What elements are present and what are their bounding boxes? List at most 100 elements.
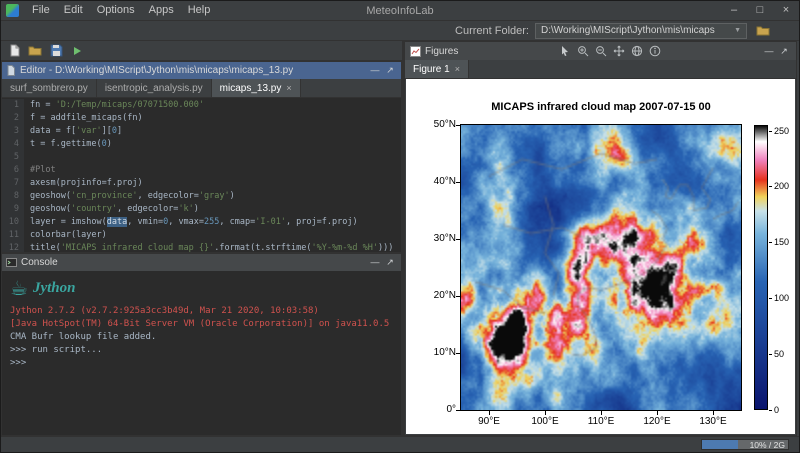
full-extent-button[interactable] xyxy=(630,44,644,58)
line-number: 4 xyxy=(2,138,24,151)
new-file-button[interactable] xyxy=(5,42,23,60)
code-text: f = addfile_micaps(fn) xyxy=(24,112,143,125)
menu-apps[interactable]: Apps xyxy=(142,1,181,20)
tick-mark xyxy=(456,239,460,240)
menu-options[interactable]: Options xyxy=(90,1,142,20)
console-output[interactable]: ☕ Jython Jython 2.7.2 (v2.7.2:925a3cc3b4… xyxy=(2,271,401,435)
zoom-in-button[interactable] xyxy=(576,44,590,58)
menubar: File Edit Options Apps Help xyxy=(25,1,217,20)
pan-button[interactable] xyxy=(612,44,626,58)
tab-surf-sombrero[interactable]: surf_sombrero.py xyxy=(2,79,97,97)
close-tab-icon[interactable]: × xyxy=(286,83,291,93)
main-area: Editor - D:\Working\MIScript\Jython\mis\… xyxy=(1,41,799,436)
x-tick-label: 100°E xyxy=(523,416,567,427)
line-number: 5 xyxy=(2,151,24,164)
console-float-button[interactable]: ↗ xyxy=(383,255,397,270)
figure-toolbar xyxy=(558,44,662,58)
cursor-arrow-icon xyxy=(559,45,571,57)
colorbar-tick-label: 150 xyxy=(774,237,789,247)
editor-minimize-button[interactable]: — xyxy=(368,63,382,78)
editor-header-title: Editor - D:\Working\MIScript\Jython\mis\… xyxy=(20,65,293,76)
figures-panel: Figures xyxy=(404,41,797,436)
y-tick-label: 30°N xyxy=(414,233,456,244)
code-lines: 1fn = 'D:/Temp/micaps/07071500.000'2f = … xyxy=(2,99,401,252)
figures-panel-buttons: — ↗ xyxy=(762,44,791,59)
map-canvas[interactable] xyxy=(461,125,741,410)
coffee-cup-icon: ☕ xyxy=(10,277,28,299)
maximize-window-button[interactable]: □ xyxy=(747,1,773,20)
tick-mark xyxy=(657,411,658,415)
current-folder-path: D:\Working\MIScript\Jython\mis\micaps xyxy=(541,25,715,36)
console-icon xyxy=(6,257,17,268)
zoom-out-button[interactable] xyxy=(594,44,608,58)
menu-file[interactable]: File xyxy=(25,1,57,20)
line-number: 6 xyxy=(2,164,24,177)
code-text: title('MICAPS infrared cloud map {}'.for… xyxy=(24,242,393,252)
tick-mark xyxy=(769,298,772,299)
console-line: CMA Bufr lookup file added. xyxy=(10,331,393,344)
x-tick-label: 120°E xyxy=(635,416,679,427)
run-script-button[interactable] xyxy=(68,42,86,60)
memory-fill xyxy=(702,440,738,449)
console-minimize-button[interactable]: — xyxy=(368,255,382,270)
colorbar-tick-label: 50 xyxy=(774,349,784,359)
close-tab-icon[interactable]: × xyxy=(455,64,460,74)
identify-button[interactable] xyxy=(648,44,662,58)
colorbar-tick-label: 100 xyxy=(774,293,789,303)
figures-float-button[interactable]: ↗ xyxy=(777,44,791,59)
minimize-window-button[interactable]: – xyxy=(721,1,747,20)
code-line: 7axesm(projinfo=f.proj) xyxy=(2,177,401,190)
tab-label: Figure 1 xyxy=(413,64,450,75)
select-button[interactable] xyxy=(558,44,572,58)
menu-help[interactable]: Help xyxy=(181,1,218,20)
save-file-button[interactable] xyxy=(47,42,65,60)
editor-panel-header: Editor - D:\Working\MIScript\Jython\mis\… xyxy=(2,62,401,79)
map-frame xyxy=(460,124,742,411)
console-line: [Java HotSpot(TM) 64-Bit Server VM (Orac… xyxy=(10,318,393,331)
code-line: 4t = f.gettime(0) xyxy=(2,138,401,151)
tick-mark xyxy=(601,411,602,415)
menu-edit[interactable]: Edit xyxy=(57,1,90,20)
tab-figure-1[interactable]: Figure 1 × xyxy=(405,60,469,78)
meteoinfolab-window: File Edit Options Apps Help MeteoInfoLab… xyxy=(0,0,800,453)
tick-mark xyxy=(489,411,490,415)
current-folder-combobox[interactable]: D:\Working\MIScript\Jython\mis\micaps ▼ xyxy=(535,23,747,39)
code-line: 9geoshow('country', edgecolor='k') xyxy=(2,203,401,216)
colorbar xyxy=(754,125,768,410)
code-line: 8geoshow('cn_province', edgecolor='gray'… xyxy=(2,190,401,203)
figure-plot: MICAPS infrared cloud map 2007-07-15 00 … xyxy=(406,79,795,434)
titlebar: File Edit Options Apps Help MeteoInfoLab… xyxy=(1,1,799,21)
tab-isentropic-analysis[interactable]: isentropic_analysis.py xyxy=(97,79,212,97)
code-text: axesm(projinfo=f.proj) xyxy=(24,177,143,190)
editor-panel-buttons: — ↗ xyxy=(368,63,397,78)
figures-minimize-button[interactable]: — xyxy=(762,44,776,59)
editor-icon xyxy=(6,65,16,76)
chevron-down-icon[interactable]: ▼ xyxy=(734,27,741,34)
current-folder-bar: Current Folder: D:\Working\MIScript\Jyth… xyxy=(1,21,799,41)
statusbar: 10% / 2G xyxy=(1,436,799,452)
x-tick-label: 90°E xyxy=(467,416,511,427)
code-text: t = f.gettime(0) xyxy=(24,138,112,151)
editor-float-button[interactable]: ↗ xyxy=(383,63,397,78)
x-tick-label: 110°E xyxy=(579,416,623,427)
console-line: Jython 2.7.2 (v2.7.2:925a3cc3b49d, Mar 2… xyxy=(10,305,393,318)
browse-folder-button[interactable] xyxy=(753,22,773,39)
tick-mark xyxy=(545,411,546,415)
open-file-button[interactable] xyxy=(26,42,44,60)
tab-micaps-13[interactable]: micaps_13.py × xyxy=(212,79,301,97)
jython-logo: ☕ Jython xyxy=(10,277,393,299)
line-number: 11 xyxy=(2,229,24,242)
current-folder-label: Current Folder: xyxy=(455,25,529,37)
y-tick-label: 0° xyxy=(414,404,456,415)
close-window-button[interactable]: × xyxy=(773,1,799,20)
code-line: 3data = f['var'][0] xyxy=(2,125,401,138)
console-header-title: Console xyxy=(21,257,58,268)
tick-mark xyxy=(769,410,772,411)
line-number: 2 xyxy=(2,112,24,125)
line-number: 7 xyxy=(2,177,24,190)
memory-label: 10% / 2G xyxy=(750,440,785,450)
y-tick-label: 50°N xyxy=(414,119,456,130)
code-editor[interactable]: 1fn = 'D:/Temp/micaps/07071500.000'2f = … xyxy=(2,98,401,252)
code-line: 11colorbar(layer) xyxy=(2,229,401,242)
figures-header-title: Figures xyxy=(425,46,458,57)
